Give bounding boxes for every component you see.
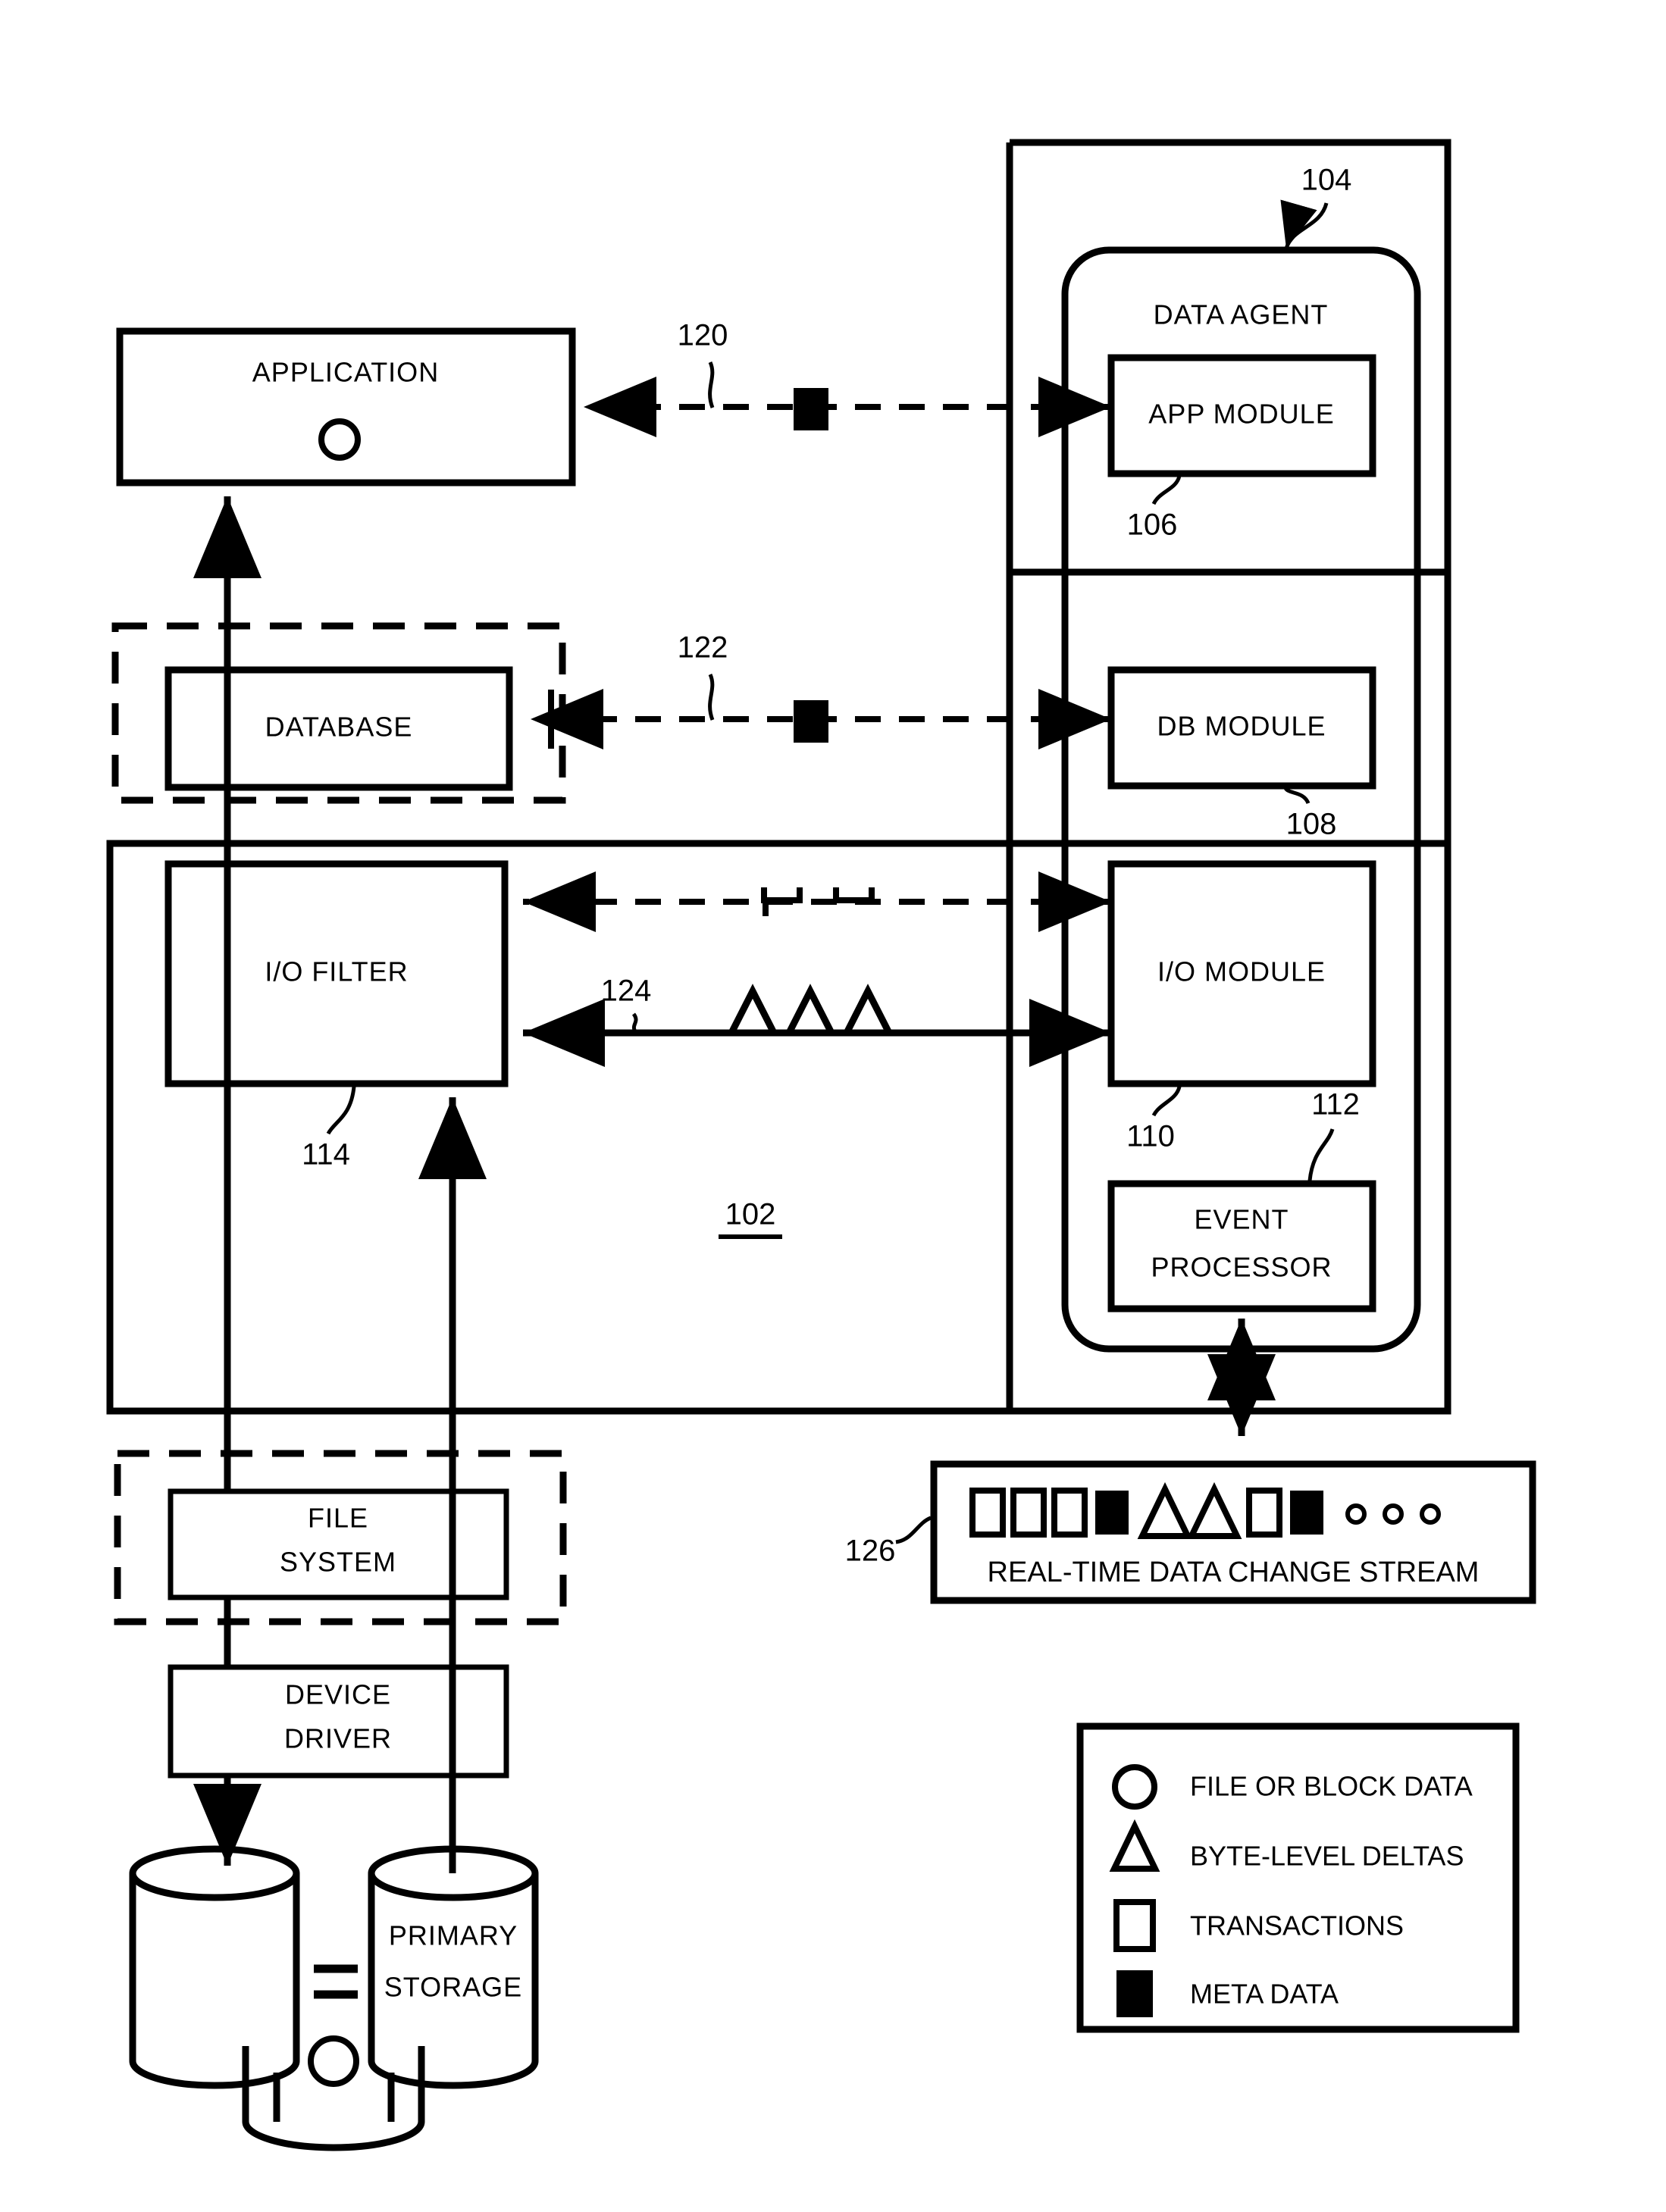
patent-figure-canvas: DATA AGENT APPLICATION DATABASE I/O FILT… [0, 0, 1666, 2212]
ellipsis-dot-3 [1420, 1503, 1441, 1525]
transaction-marker-icon-2 [1010, 1488, 1047, 1538]
ref-numeral-106: 106 [1127, 508, 1178, 542]
ref-numeral-120: 120 [678, 319, 728, 352]
change-stream-label: REAL-TIME DATA CHANGE STREAM [988, 1557, 1480, 1588]
transaction-marker-icon-4 [1246, 1488, 1282, 1538]
ref-numeral-110: 110 [1126, 1120, 1175, 1153]
app-metadata-path-120 [584, 377, 1111, 437]
device-driver-label-line1: DEVICE [285, 1679, 391, 1710]
database-label: DATABASE [265, 712, 413, 743]
event-processor-box [1107, 1180, 1376, 1312]
transaction-marker-icon-1 [969, 1488, 1006, 1538]
io-transaction-path [523, 871, 1111, 932]
application-label: APPLICATION [252, 357, 439, 388]
file-or-block-data-icon-storage [308, 2035, 359, 2087]
ref-numeral-122: 122 [678, 631, 728, 665]
transaction-marker-icon-3 [1051, 1488, 1088, 1538]
legend-label-1: BYTE-LEVEL DELTAS [1190, 1841, 1464, 1872]
file-or-block-data-icon [318, 418, 361, 461]
legend-square-filled-icon [1116, 1970, 1153, 2017]
ellipsis-dot-1 [1345, 1503, 1367, 1525]
delta-marker-icon-2 [785, 984, 835, 1035]
legend-label-3: META DATA [1190, 1979, 1339, 2010]
vertical-connectors-storage-stack [193, 1597, 456, 2122]
change-stream-symbols [969, 1481, 1441, 1539]
primary-storage-label-line2: STORAGE [384, 1972, 522, 2003]
diagram-svg: DATA AGENT APPLICATION DATABASE I/O FILT… [106, 139, 1536, 2151]
db-module-label: DB MODULE [1157, 711, 1326, 742]
legend-row-file-or-block-data: FILE OR BLOCK DATA [1112, 1764, 1473, 1810]
device-driver-label-line2: DRIVER [284, 1723, 392, 1754]
legend-row-byte-level-deltas: BYTE-LEVEL DELTAS [1109, 1819, 1464, 1872]
ref-numeral-112: 112 [1311, 1088, 1360, 1122]
legend-row-transactions: TRANSACTIONS [1113, 1899, 1404, 1952]
delta-marker-icon-1 [728, 984, 778, 1035]
ref-numeral-124: 124 [601, 975, 652, 1008]
app-module-label: APP MODULE [1148, 399, 1334, 430]
ref-numeral-114: 114 [302, 1138, 350, 1172]
secondary-storage-cylinder [129, 1845, 300, 2089]
ref-numeral-102: 102 [725, 1198, 776, 1231]
third-storage-cylinder [242, 2035, 425, 2151]
file-system-label-line2: SYSTEM [280, 1547, 396, 1578]
legend-triangle-icon [1109, 1819, 1160, 1872]
delta-marker-icon-stream-1 [1137, 1481, 1193, 1539]
legend-row-meta-data: META DATA [1116, 1970, 1339, 2017]
application-box [116, 327, 576, 487]
legend-circle-icon [1112, 1764, 1157, 1810]
metadata-marker-icon-db [794, 700, 828, 743]
data-agent-label: DATA AGENT [1154, 299, 1329, 330]
ellipsis-dot-2 [1383, 1503, 1404, 1525]
legend-label-0: FILE OR BLOCK DATA [1190, 1771, 1473, 1802]
ref-numeral-104: 104 [1301, 164, 1352, 197]
event-processor-label-line1: EVENT [1194, 1204, 1289, 1235]
metadata-marker-icon-stream-2 [1290, 1491, 1323, 1535]
legend-square-open-icon [1113, 1899, 1156, 1952]
metadata-marker-icon-stream-1 [1095, 1491, 1129, 1535]
metadata-marker-icon [794, 388, 828, 430]
io-module-label: I/O MODULE [1157, 956, 1326, 987]
delta-marker-icon-3 [843, 984, 893, 1035]
primary-storage-label-line1: PRIMARY [389, 1920, 518, 1951]
ref-numeral-126: 126 [845, 1535, 896, 1568]
ref-numeral-108: 108 [1286, 808, 1337, 841]
delta-marker-icon-stream-2 [1186, 1481, 1242, 1539]
system-frame-102 [106, 840, 1448, 1415]
event-processor-label-line2: PROCESSOR [1151, 1252, 1332, 1283]
db-metadata-path-122 [531, 689, 1111, 749]
io-filter-label: I/O FILTER [265, 956, 408, 987]
equality-symbol [314, 1964, 358, 1999]
primary-storage-cylinder [368, 1845, 539, 2089]
file-system-label-line1: FILE [308, 1503, 368, 1534]
legend-label-2: TRANSACTIONS [1190, 1910, 1404, 1941]
